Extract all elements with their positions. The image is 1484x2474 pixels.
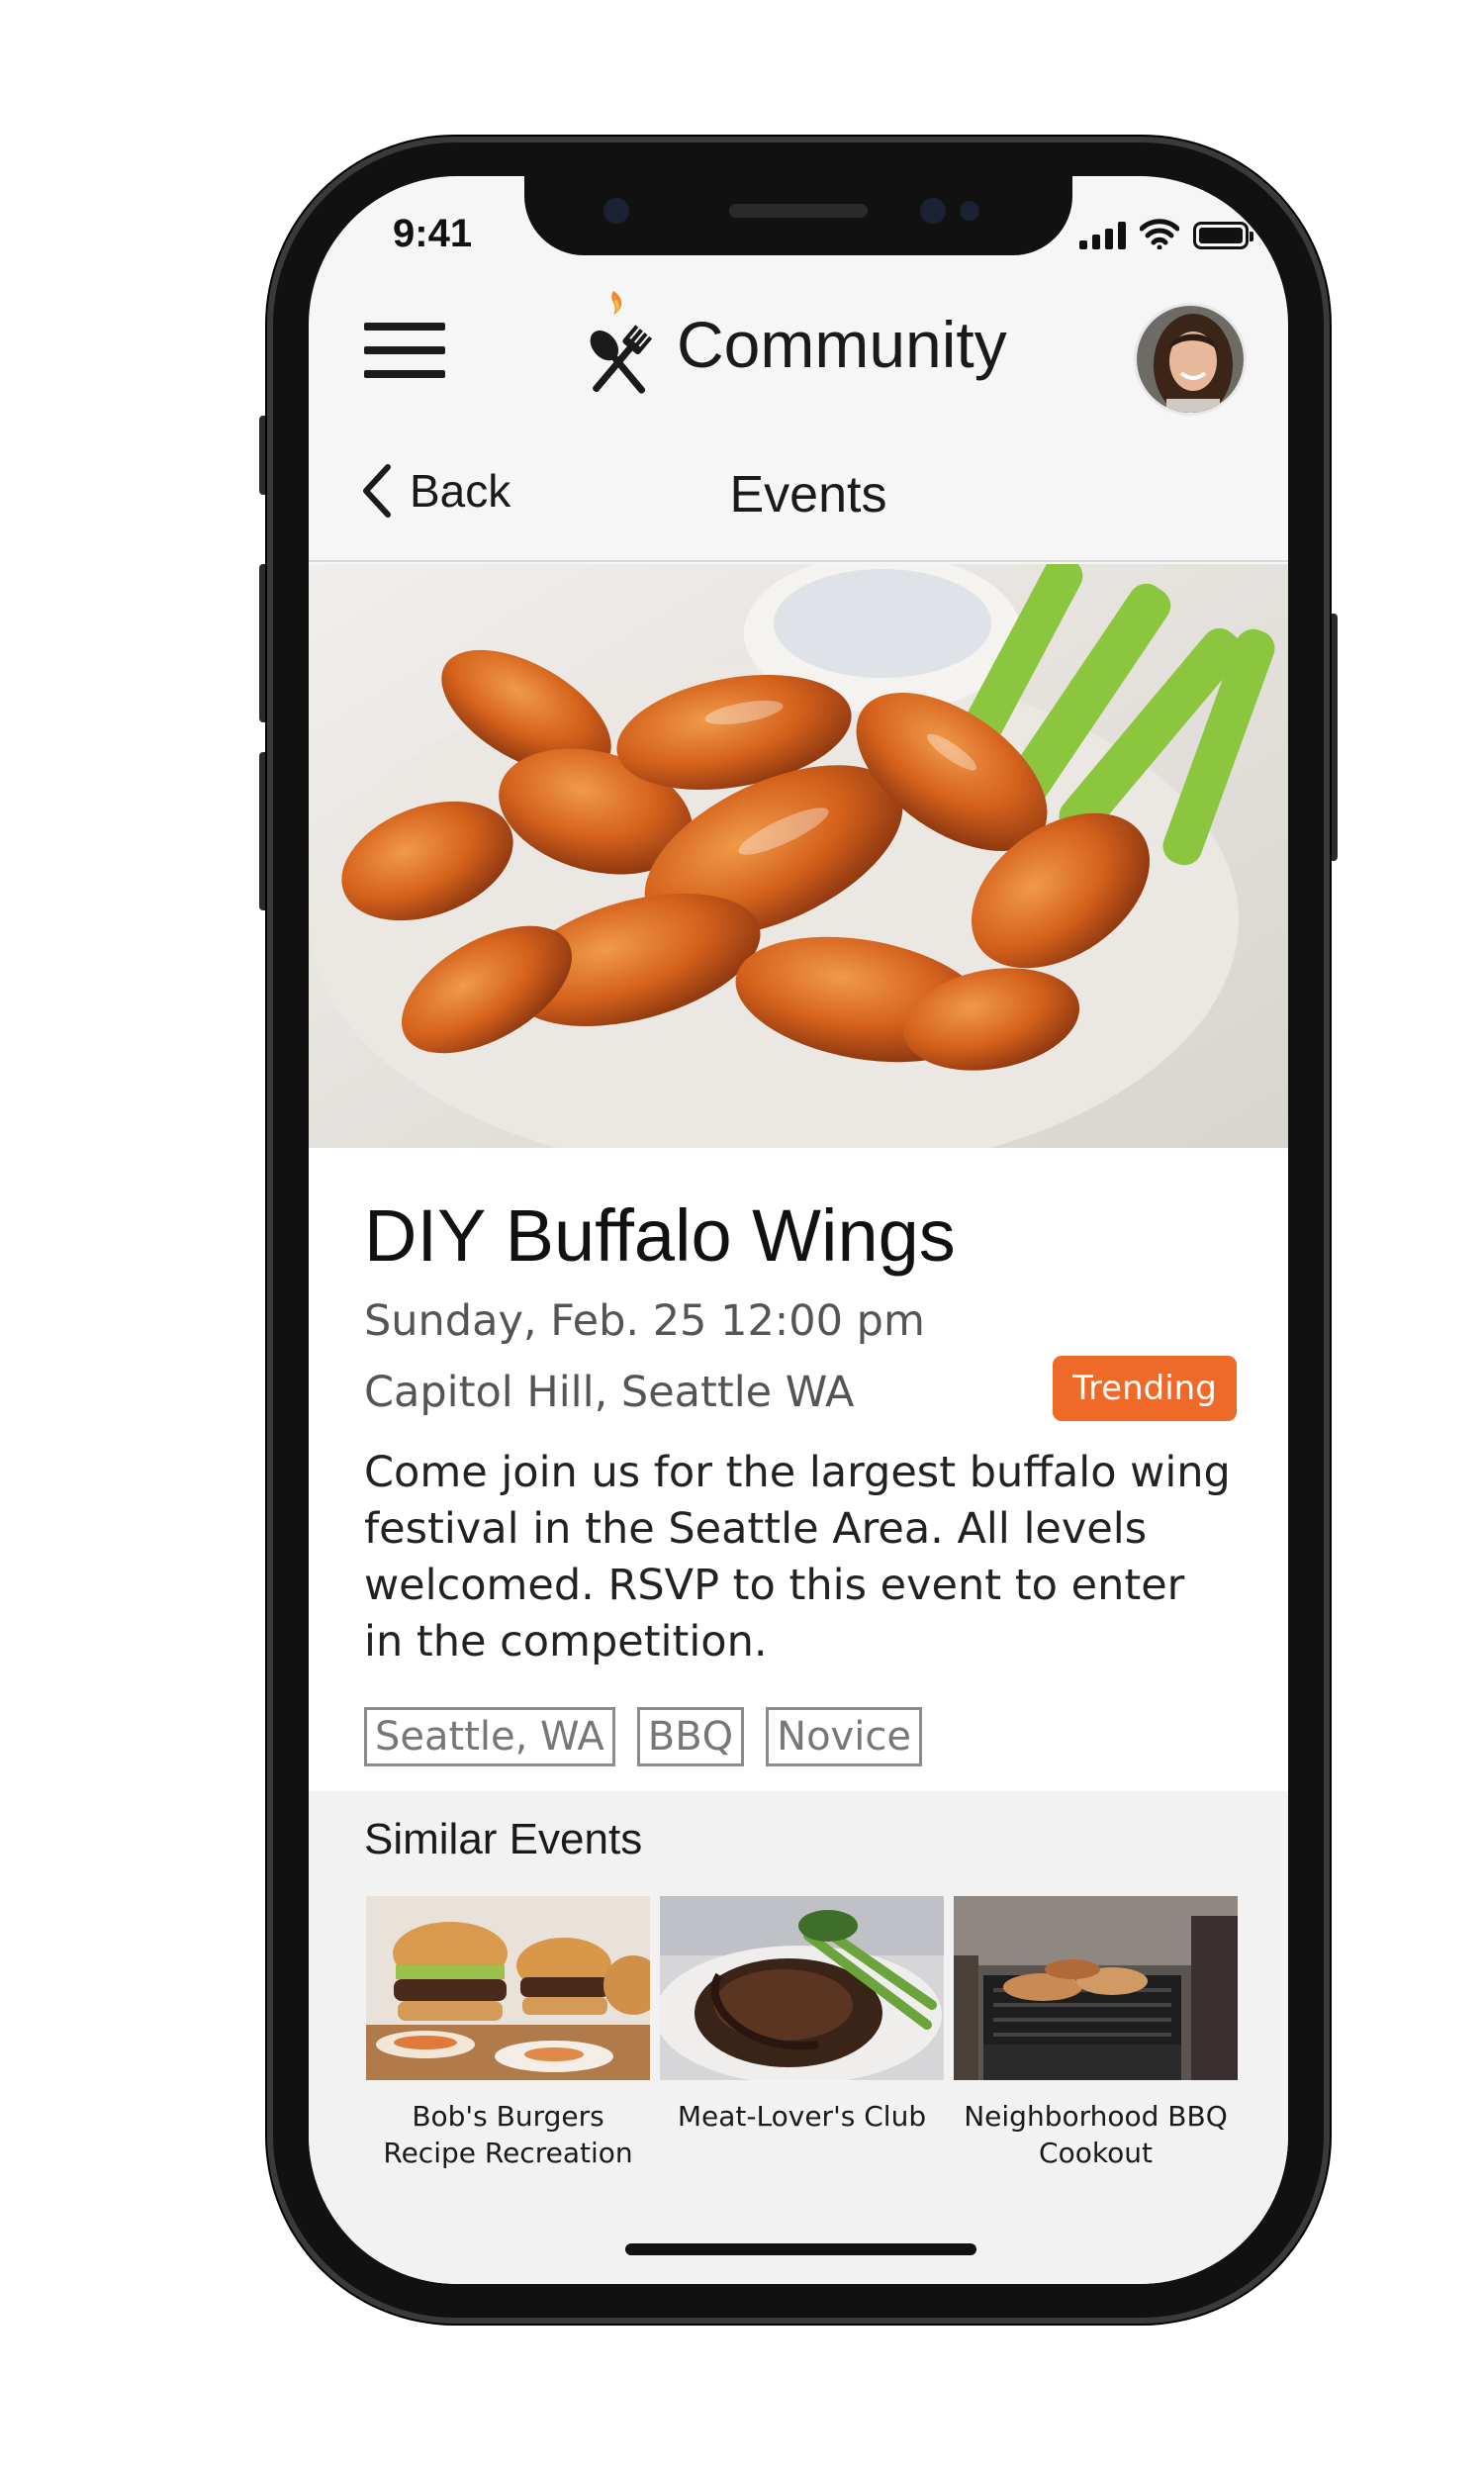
- tag-category[interactable]: BBQ: [636, 1707, 745, 1766]
- event-description: Come join us for the largest buffalo win…: [364, 1448, 1231, 1666]
- similar-event-label: Neighborhood BBQ Cookout: [964, 2100, 1228, 2169]
- cellular-signal-icon: [1079, 222, 1126, 249]
- similar-events-title: Similar Events: [364, 1815, 643, 1863]
- brand: Community: [574, 275, 1007, 414]
- event-title: DIY Buffalo Wings: [364, 1194, 956, 1277]
- similar-event-label: Bob's Burgers Recipe Recreation: [383, 2100, 633, 2169]
- app-title: Community: [677, 308, 1007, 381]
- fork-spoon-flame-icon: [590, 291, 653, 394]
- similar-event-card[interactable]: Bob's Burgers Recipe Recreation: [366, 1896, 650, 2171]
- nav-bar: Back Events: [309, 433, 1288, 562]
- similar-events: Similar Events Bob's Burgers Recipe Recr…: [309, 1791, 1288, 2284]
- similar-event-card[interactable]: Neighborhood BBQ Cookout: [954, 1896, 1238, 2171]
- burgers-photo: [366, 1896, 650, 2080]
- hamburger-menu-icon[interactable]: [364, 323, 445, 378]
- status-icons: [1079, 216, 1253, 249]
- tag-location[interactable]: Seattle, WA: [364, 1707, 615, 1766]
- similar-event-label: Meat-Lover's Club: [677, 2100, 927, 2133]
- event-details: DIY Buffalo Wings Sunday, Feb. 25 12:00 …: [309, 1148, 1288, 1791]
- tag-list: Seattle, WA BBQ Novice: [364, 1707, 922, 1766]
- event-date: Sunday, Feb. 25 12:00 pm: [364, 1296, 925, 1346]
- wifi-icon: [1140, 219, 1179, 249]
- home-indicator[interactable]: [625, 2243, 976, 2255]
- device-notch: [524, 176, 1072, 255]
- steak-photo: [660, 1896, 944, 2080]
- battery-icon: [1193, 222, 1253, 249]
- bbq-grill-photo: [954, 1896, 1238, 2080]
- app-header: Community: [309, 255, 1288, 424]
- status-time: 9:41: [393, 212, 473, 255]
- similar-event-card[interactable]: Meat-Lover's Club: [660, 1896, 944, 2171]
- event-location: Capitol Hill, Seattle WA: [364, 1368, 855, 1417]
- tag-level[interactable]: Novice: [766, 1707, 922, 1766]
- page-title: Events: [729, 466, 887, 523]
- trending-badge: Trending: [1053, 1356, 1237, 1421]
- user-avatar[interactable]: [1134, 303, 1247, 416]
- hero-image: [309, 564, 1288, 1148]
- phone-screen: 9:41 Community Back Events DIY Buffalo W…: [309, 176, 1288, 2284]
